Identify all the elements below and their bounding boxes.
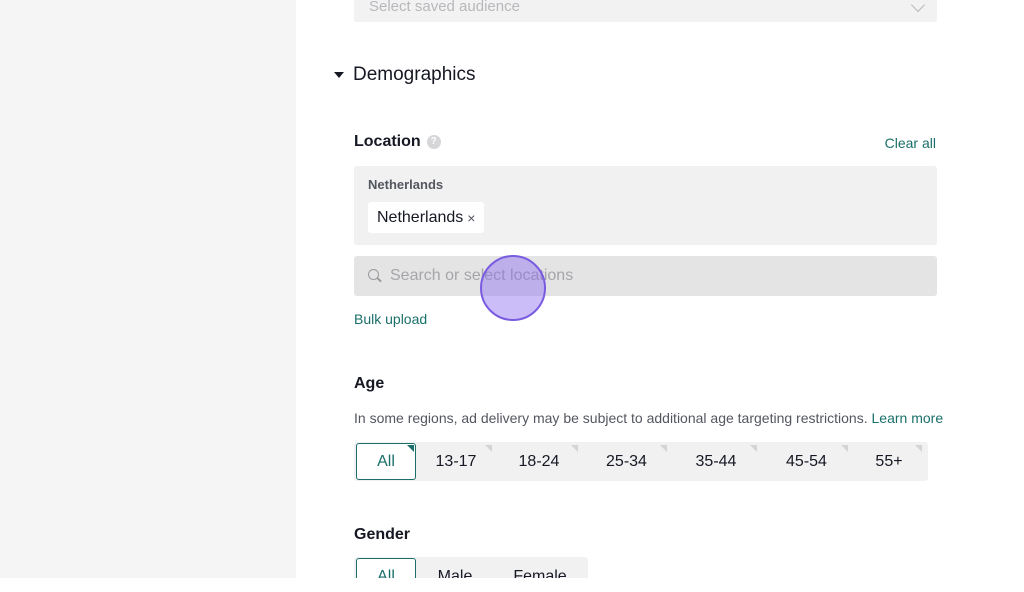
location-label-text: Location (354, 133, 421, 150)
age-note-text: In some regions, ad delivery may be subj… (354, 410, 868, 426)
gender-label: Gender (354, 526, 411, 543)
age-label: Age (354, 375, 385, 392)
location-tag-label: Netherlands (377, 208, 464, 226)
age-option-35-44[interactable]: 35-44 (671, 443, 761, 480)
help-icon[interactable]: ? (426, 135, 441, 149)
age-option-label: 13-17 (435, 452, 477, 470)
demographics-toggle[interactable]: Demographics (334, 64, 476, 86)
gender-option-label: Female (513, 567, 567, 579)
gender-option-label: Male (437, 567, 473, 579)
bulk-upload-link[interactable]: Bulk upload (354, 311, 427, 327)
learn-more-link[interactable]: Learn more (872, 410, 944, 426)
corner-marker-icon (915, 445, 922, 452)
location-search-input[interactable] (390, 267, 910, 285)
age-option-label: 18-24 (518, 452, 560, 470)
age-note: In some regions, ad delivery may be subj… (354, 410, 943, 426)
corner-marker-icon (750, 445, 757, 452)
age-option-18-24[interactable]: 18-24 (496, 443, 582, 480)
demographics-title: Demographics (353, 64, 476, 85)
gender-option-all[interactable]: All (356, 558, 416, 578)
search-icon (368, 269, 382, 283)
caret-down-icon (334, 72, 344, 78)
gender-option-male[interactable]: Male (416, 558, 494, 579)
age-option-label: All (377, 452, 395, 470)
saved-audience-placeholder: Select saved audience (369, 0, 520, 15)
age-selector: All 13-17 18-24 25-34 35-44 45-54 55+ (354, 442, 928, 481)
gender-option-female[interactable]: Female (494, 558, 586, 579)
gender-option-label: All (377, 567, 395, 579)
corner-marker-icon (571, 445, 578, 452)
age-option-label: 45-54 (786, 452, 827, 470)
left-panel (0, 0, 296, 578)
location-label: Location ? (354, 133, 441, 151)
age-option-all[interactable]: All (356, 443, 416, 480)
age-option-55-plus[interactable]: 55+ (852, 443, 926, 480)
bottom-strip (0, 578, 1024, 592)
age-option-25-34[interactable]: 25-34 (582, 443, 671, 480)
age-option-label: 35-44 (695, 452, 737, 470)
clear-all-link[interactable]: Clear all (885, 135, 936, 151)
remove-tag-icon[interactable]: × (467, 210, 475, 226)
age-option-label: 25-34 (606, 452, 647, 470)
location-tag: Netherlands × (368, 202, 485, 233)
location-group-label: Netherlands (368, 177, 444, 192)
gender-selector: All Male Female (354, 557, 588, 578)
chevron-down-icon (910, 0, 926, 13)
corner-marker-icon (407, 445, 414, 452)
corner-marker-icon (841, 445, 848, 452)
targeting-panel: Select saved audience Demographics Locat… (296, 0, 1024, 578)
saved-audience-select[interactable]: Select saved audience (354, 0, 937, 22)
corner-marker-icon (660, 445, 667, 452)
age-option-13-17[interactable]: 13-17 (416, 443, 496, 480)
corner-marker-icon (485, 445, 492, 452)
location-search[interactable] (354, 256, 937, 296)
selected-locations-box: Netherlands Netherlands × (354, 166, 937, 245)
age-option-45-54[interactable]: 45-54 (761, 443, 852, 480)
age-option-label: 55+ (875, 452, 903, 470)
